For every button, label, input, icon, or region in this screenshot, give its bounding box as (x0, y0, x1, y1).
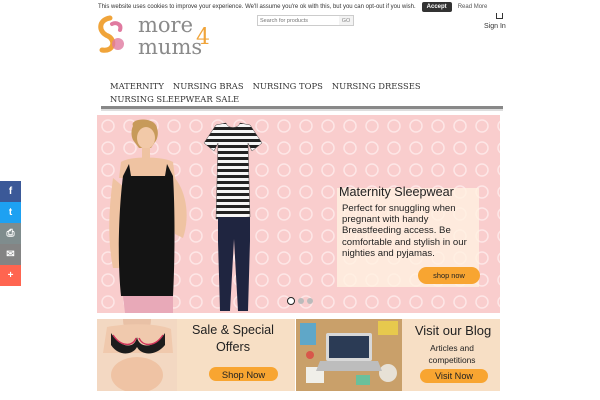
sale-promo-image (97, 319, 177, 391)
hero-title: Maternity Sleepwear (339, 185, 454, 199)
nav-list: MATERNITY NURSING BRAS NURSING TOPS NURS… (101, 80, 503, 106)
page: This website uses cookies to improve you… (0, 0, 600, 400)
twitter-icon: t (8, 207, 13, 218)
slider-dots (287, 297, 313, 305)
hero-banner[interactable]: Maternity Sleepwear Perfect for snugglin… (97, 115, 500, 313)
slider-dot-1[interactable] (287, 297, 295, 305)
hero-shop-now-button[interactable]: shop now (418, 267, 480, 284)
facebook-share-button[interactable]: f (0, 181, 21, 202)
sale-title-line1: Sale & Special (192, 323, 274, 337)
site-logo[interactable]: more mums 4 (96, 10, 216, 62)
sale-title: Sale & Special Offers (181, 322, 285, 356)
cart-icon[interactable] (496, 13, 503, 19)
nav-item-nursing-dresses[interactable]: NURSING DRESSES (323, 80, 421, 93)
blog-sub-line2: competitions (428, 355, 476, 365)
main-nav: MATERNITY NURSING BRAS NURSING TOPS NURS… (101, 80, 503, 109)
search-box: GO (257, 15, 354, 26)
blog-promo-image (296, 319, 402, 391)
nav-item-nursing-sleepwear[interactable]: NURSING SLEEPWEAR (101, 93, 213, 106)
logo-number: 4 (196, 25, 210, 50)
model-image (109, 119, 187, 313)
facebook-icon: f (8, 186, 13, 197)
logo-text-more: more (138, 13, 193, 37)
blog-visit-now-button[interactable]: Visit Now (420, 369, 488, 383)
search-input[interactable] (258, 17, 339, 24)
twitter-share-button[interactable]: t (0, 202, 21, 223)
sign-in-link[interactable]: Sign In (484, 23, 506, 30)
blog-subtitle: Articles and competitions (410, 342, 494, 366)
sale-title-line2: Offers (215, 340, 251, 354)
email-icon: ✉ (6, 249, 15, 260)
cookie-read-more-link[interactable]: Read More (458, 4, 488, 10)
blog-title: Visit our Blog (414, 323, 492, 338)
logo-text-mums: mums (138, 35, 202, 59)
nav-item-nursing-bras[interactable]: NURSING BRAS (164, 80, 244, 93)
nav-item-maternity[interactable]: MATERNITY (101, 80, 164, 93)
sale-shop-now-button[interactable]: Shop Now (209, 367, 278, 381)
share-bar: f t ⎙ ✉ + (0, 181, 21, 286)
slider-dot-2[interactable] (298, 298, 304, 304)
search-go-button[interactable]: GO (339, 16, 353, 25)
cookie-accept-button[interactable]: Accept (421, 1, 452, 12)
nav-item-sale[interactable]: SALE (213, 93, 239, 106)
cookie-text: This website uses cookies to improve you… (98, 3, 416, 10)
nav-item-nursing-tops[interactable]: NURSING TOPS (244, 80, 323, 93)
email-share-button[interactable]: ✉ (0, 244, 21, 265)
hero-description: Perfect for snuggling when pregnant with… (342, 203, 467, 259)
sale-promo[interactable]: Sale & Special Offers Shop Now (97, 319, 295, 391)
more-share-icon: + (7, 270, 14, 281)
slider-dot-3[interactable] (307, 298, 313, 304)
pyjamas-image (203, 122, 263, 311)
print-share-button[interactable]: ⎙ (0, 223, 21, 244)
more-share-button[interactable]: + (0, 265, 21, 286)
print-icon: ⎙ (6, 228, 15, 239)
blog-promo[interactable]: Visit our Blog Articles and competitions… (296, 319, 500, 391)
blog-sub-line1: Articles and (430, 343, 474, 353)
